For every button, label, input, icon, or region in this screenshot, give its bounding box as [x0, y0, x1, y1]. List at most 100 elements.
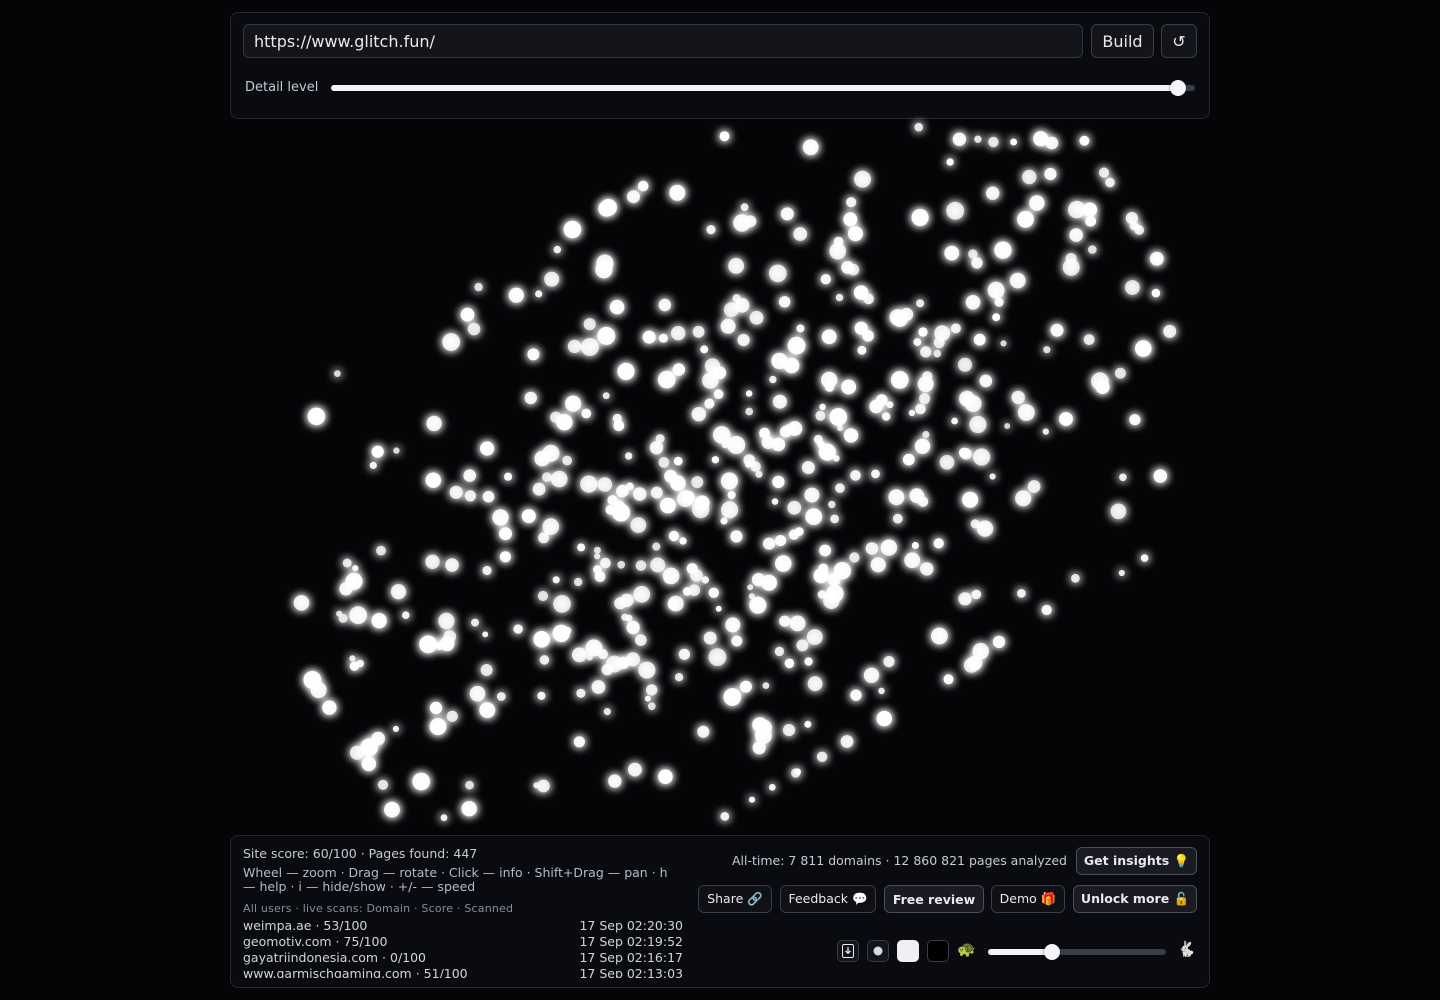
- graph-node[interactable]: [537, 691, 546, 700]
- graph-node[interactable]: [567, 339, 582, 354]
- graph-node[interactable]: [303, 670, 322, 689]
- graph-node[interactable]: [508, 287, 524, 303]
- graph-node[interactable]: [723, 688, 742, 706]
- graph-node[interactable]: [1027, 480, 1041, 493]
- graph-node[interactable]: [787, 500, 802, 515]
- graph-node[interactable]: [625, 452, 633, 460]
- graph-node[interactable]: [933, 538, 944, 549]
- graph-node[interactable]: [830, 514, 839, 524]
- graph-node[interactable]: [660, 497, 676, 514]
- graph-node[interactable]: [527, 348, 540, 361]
- graph-node[interactable]: [1125, 280, 1140, 295]
- graph-node[interactable]: [816, 751, 828, 762]
- graph-node[interactable]: [550, 470, 568, 488]
- graph-node[interactable]: [843, 212, 858, 227]
- graph-node[interactable]: [585, 639, 603, 657]
- graph-node[interactable]: [449, 485, 463, 499]
- graph-node[interactable]: [628, 762, 642, 777]
- graph-node[interactable]: [609, 299, 625, 315]
- graph-node[interactable]: [833, 236, 844, 247]
- graph-node[interactable]: [748, 796, 756, 803]
- graph-node[interactable]: [791, 768, 801, 778]
- graph-node[interactable]: [819, 403, 826, 411]
- refresh-icon[interactable]: ↺: [1161, 24, 1197, 58]
- graph-node[interactable]: [833, 455, 840, 462]
- graph-node[interactable]: [638, 661, 656, 679]
- graph-node[interactable]: [737, 333, 750, 347]
- graph-node[interactable]: [720, 472, 738, 490]
- graph-node[interactable]: [768, 783, 776, 791]
- graph-node[interactable]: [870, 557, 886, 573]
- graph-node[interactable]: [361, 756, 377, 772]
- graph-node[interactable]: [829, 408, 848, 426]
- graph-node[interactable]: [479, 702, 496, 719]
- graph-node[interactable]: [804, 487, 820, 503]
- graph-node[interactable]: [563, 220, 582, 239]
- graph-node[interactable]: [1022, 169, 1037, 185]
- graph-node[interactable]: [655, 434, 665, 444]
- graph-node[interactable]: [840, 735, 854, 748]
- graph-node[interactable]: [796, 639, 809, 652]
- graph-node[interactable]: [711, 456, 720, 464]
- graph-node[interactable]: [973, 333, 986, 346]
- speed-thumb[interactable]: [1044, 944, 1061, 960]
- graph-node[interactable]: [667, 595, 684, 612]
- graph-node[interactable]: [542, 518, 560, 535]
- graph-node[interactable]: [617, 560, 626, 569]
- graph-node[interactable]: [412, 772, 430, 791]
- graph-node[interactable]: [1041, 604, 1052, 616]
- graph-node[interactable]: [772, 394, 787, 409]
- graph-node[interactable]: [336, 610, 343, 617]
- graph-node[interactable]: [787, 336, 806, 355]
- graph-node[interactable]: [662, 567, 680, 585]
- graph-node[interactable]: [550, 411, 562, 423]
- graph-node[interactable]: [600, 198, 617, 216]
- graph-node[interactable]: [463, 469, 476, 482]
- graph-node[interactable]: [708, 587, 719, 598]
- graph-node[interactable]: [841, 379, 857, 395]
- graph-node[interactable]: [946, 201, 965, 220]
- graph-node[interactable]: [946, 158, 954, 166]
- graph-node[interactable]: [594, 553, 601, 560]
- graph-node[interactable]: [371, 445, 384, 458]
- share-button[interactable]: Share 🔗: [698, 885, 772, 913]
- graph-node[interactable]: [748, 593, 755, 600]
- graph-node[interactable]: [989, 473, 996, 480]
- graph-node[interactable]: [919, 393, 931, 405]
- graph-node[interactable]: [820, 274, 831, 285]
- graph-node[interactable]: [646, 684, 658, 696]
- graph-node[interactable]: [1088, 245, 1097, 254]
- graph-node[interactable]: [617, 362, 635, 380]
- graph-node[interactable]: [349, 655, 356, 662]
- graph-node[interactable]: [979, 374, 993, 388]
- graph-node[interactable]: [658, 457, 670, 468]
- graph-node[interactable]: [442, 333, 460, 351]
- graph-node[interactable]: [892, 311, 908, 327]
- graph-node[interactable]: [931, 627, 948, 645]
- graph-node[interactable]: [780, 207, 794, 221]
- graph-node[interactable]: [576, 688, 586, 698]
- graph-node[interactable]: [402, 611, 410, 619]
- graph-node[interactable]: [909, 488, 925, 504]
- graph-node[interactable]: [672, 363, 685, 376]
- graph-node[interactable]: [1135, 340, 1152, 357]
- graph-node[interactable]: [772, 475, 785, 489]
- graph-node[interactable]: [657, 370, 676, 389]
- graph-node[interactable]: [848, 226, 863, 242]
- graph-node[interactable]: [625, 614, 633, 622]
- graph-node[interactable]: [779, 425, 792, 438]
- graph-node[interactable]: [828, 500, 836, 509]
- graph-node[interactable]: [880, 539, 898, 556]
- graph-node[interactable]: [971, 257, 983, 269]
- graph-node[interactable]: [586, 653, 593, 661]
- graph-node[interactable]: [992, 313, 1001, 322]
- graph-node[interactable]: [727, 490, 736, 500]
- list-item[interactable]: gayatriindonesia.com · 0/100 17 Sep 02:1…: [243, 950, 683, 966]
- graph-node[interactable]: [888, 489, 905, 506]
- graph-node[interactable]: [342, 558, 352, 568]
- graph-node[interactable]: [482, 490, 495, 503]
- graph-node[interactable]: [580, 475, 598, 493]
- graph-node[interactable]: [1044, 167, 1057, 181]
- graph-node[interactable]: [464, 490, 476, 502]
- graph-node[interactable]: [857, 345, 867, 355]
